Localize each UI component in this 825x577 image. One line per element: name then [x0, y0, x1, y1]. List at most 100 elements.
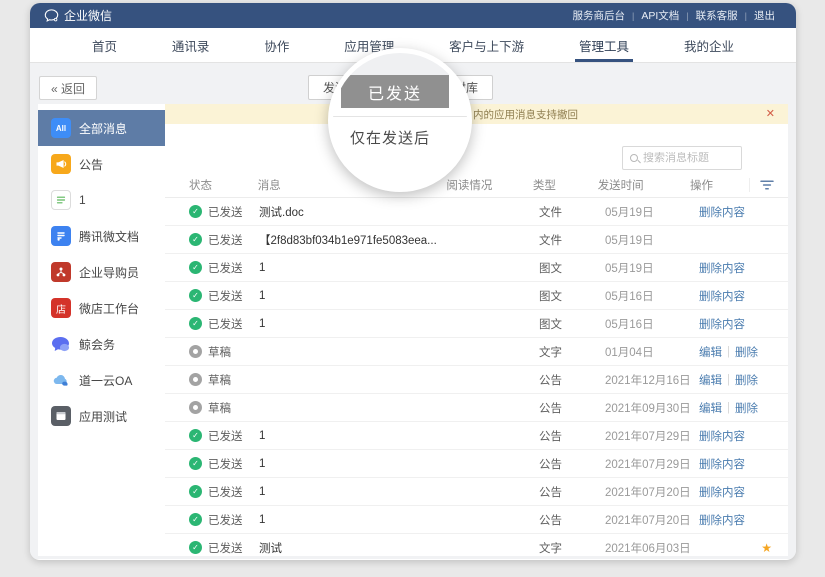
status-cell: ✓已发送 — [189, 484, 259, 500]
action-link[interactable]: 删除内容 — [699, 260, 745, 276]
search-icon — [630, 154, 638, 162]
type-cell: 文件 — [539, 232, 605, 248]
action-link[interactable]: 删除 — [735, 372, 758, 388]
top-bar: 企业微信 服务商后台|API文档|联系客服|退出 — [30, 3, 796, 28]
sidebar-item-label: 公告 — [79, 156, 103, 173]
sidebar-item[interactable]: 道一云OA — [38, 362, 165, 398]
action-separator: | — [727, 402, 730, 414]
action-link[interactable]: 删除内容 — [699, 428, 745, 444]
column-header: 状态 — [189, 177, 258, 193]
action-link[interactable]: 删除内容 — [699, 316, 745, 332]
top-link[interactable]: API文档 — [634, 8, 686, 23]
sidebar-item[interactable]: 应用测试 — [38, 398, 165, 434]
star-icon[interactable]: ★ — [761, 541, 772, 555]
action-link[interactable]: 删除内容 — [699, 456, 745, 472]
sidebar-item[interactable]: 公告 — [38, 146, 165, 182]
type-cell: 公告 — [539, 512, 605, 528]
send-time-cell: 01月04日 — [605, 344, 699, 360]
top-link[interactable]: 退出 — [747, 8, 782, 23]
content-area: « 返回 发消息 素材库 All全部消息公告1腾讯微文档企业导购员店微店工作台鲸… — [30, 63, 796, 559]
message-cell: 1 — [259, 458, 451, 470]
send-time-cell: 2021年09月30日 — [605, 400, 699, 416]
brand: 企业微信 — [44, 7, 112, 24]
back-button[interactable]: « 返回 — [39, 76, 97, 100]
sidebar-item[interactable]: All 全部消息 — [38, 110, 165, 146]
nav-tab[interactable]: 通讯录 — [168, 28, 214, 62]
cloud-icon — [51, 370, 71, 390]
action-link[interactable]: 编辑 — [699, 400, 722, 416]
action-link[interactable]: 删除内容 — [699, 484, 745, 500]
actions-cell: 删除内容 — [699, 316, 759, 332]
status-label: 已发送 — [208, 540, 243, 556]
action-link[interactable]: 删除内容 — [699, 204, 745, 220]
extra-cell: ★ — [759, 541, 788, 555]
send-time-cell: 05月19日 — [605, 260, 699, 276]
notice-close-icon[interactable]: ✕ — [766, 107, 775, 121]
sent-check-icon: ✓ — [189, 457, 202, 470]
search-box[interactable] — [622, 146, 742, 170]
send-time-cell: 05月16日 — [605, 316, 699, 332]
table-row: ✓已发送1图文05月19日删除内容 — [165, 254, 788, 282]
action-link[interactable]: 删除内容 — [699, 512, 745, 528]
nav-tab[interactable]: 首页 — [88, 28, 121, 62]
message-panel: 内的应用消息支持撤回 ✕ 状态消息阅读情况类型发送时间操作 ✓已发送测试.doc… — [165, 104, 788, 556]
action-link[interactable]: 编辑 — [699, 372, 722, 388]
actions-cell: 删除内容 — [699, 484, 759, 500]
type-cell: 公告 — [539, 372, 605, 388]
send-time-cell: 05月16日 — [605, 288, 699, 304]
sidebar-item-label: 企业导购员 — [79, 264, 139, 281]
type-cell: 文件 — [539, 204, 605, 220]
app-window-icon — [51, 406, 71, 426]
sent-check-icon: ✓ — [189, 289, 202, 302]
action-link[interactable]: 编辑 — [699, 344, 722, 360]
action-link[interactable]: 删除 — [735, 344, 758, 360]
sidebar-item-label: 全部消息 — [79, 120, 127, 137]
sidebar-item[interactable]: 1 — [38, 182, 165, 218]
table-row: ✓已发送1图文05月16日删除内容 — [165, 282, 788, 310]
status-label: 已发送 — [208, 288, 243, 304]
table-header: 状态消息阅读情况类型发送时间操作 — [165, 172, 788, 198]
sent-tab-magnified[interactable]: 已发送 — [341, 75, 449, 108]
table-row: ✓已发送1公告2021年07月29日删除内容 — [165, 450, 788, 478]
all-badge-icon: All — [51, 118, 71, 138]
status-cell: ✓ 已发送 — [189, 288, 259, 304]
sidebar-item[interactable]: 店微店工作台 — [38, 290, 165, 326]
status-label: 草稿 — [208, 372, 231, 388]
app-title: 企业微信 — [64, 7, 112, 24]
sidebar-item-label: 微店工作台 — [79, 300, 139, 317]
send-time-cell: 2021年06月03日 — [605, 540, 699, 556]
search-input[interactable] — [643, 152, 734, 164]
nav-tab[interactable]: 我的企业 — [680, 28, 738, 62]
top-link[interactable]: 联系客服 — [689, 8, 745, 23]
sidebar-item[interactable]: 企业导购员 — [38, 254, 165, 290]
sidebar-item-label: 鲸会务 — [79, 336, 115, 353]
top-link[interactable]: 服务商后台 — [566, 8, 633, 23]
nav-tab[interactable]: 管理工具 — [575, 28, 633, 62]
send-time-cell: 05月19日 — [605, 232, 699, 248]
table-row: ✓已发送1公告2021年07月20日删除内容 — [165, 506, 788, 534]
status-cell: ✓已发送 — [189, 428, 259, 444]
send-time-cell: 2021年07月20日 — [605, 512, 699, 528]
message-cell: 【2f8d83bf034b1e971fe5083eea... — [259, 232, 451, 248]
sidebar-item[interactable]: 鲸会务 — [38, 326, 165, 362]
form-icon — [51, 190, 71, 210]
loupe-background — [333, 53, 467, 75]
action-link[interactable]: 删除 — [735, 400, 758, 416]
action-link[interactable]: 删除内容 — [699, 288, 745, 304]
action-separator: | — [727, 346, 730, 358]
message-cell: 测试 — [259, 540, 451, 556]
column-header: 类型 — [533, 177, 598, 193]
table-row: 草稿公告2021年09月30日编辑|删除 — [165, 394, 788, 422]
message-cell: 1 — [259, 290, 451, 302]
table-row: ✓已发送1公告2021年07月29日删除内容 — [165, 422, 788, 450]
message-cell: 1 — [259, 430, 451, 442]
status-cell: ✓已发送 — [189, 512, 259, 528]
actions-cell: 编辑 | 删除 — [699, 344, 759, 360]
sidebar-item[interactable]: 腾讯微文档 — [38, 218, 165, 254]
send-time-cell: 05月19日 — [605, 204, 699, 220]
nav-tab[interactable]: 协作 — [260, 28, 293, 62]
app-window: 企业微信 服务商后台|API文档|联系客服|退出 首页通讯录协作应用管理客户与上… — [30, 3, 796, 560]
table-row: 草稿公告2021年12月16日编辑|删除 — [165, 366, 788, 394]
filter-icon[interactable] — [749, 178, 774, 192]
status-label: 已发送 — [208, 428, 243, 444]
